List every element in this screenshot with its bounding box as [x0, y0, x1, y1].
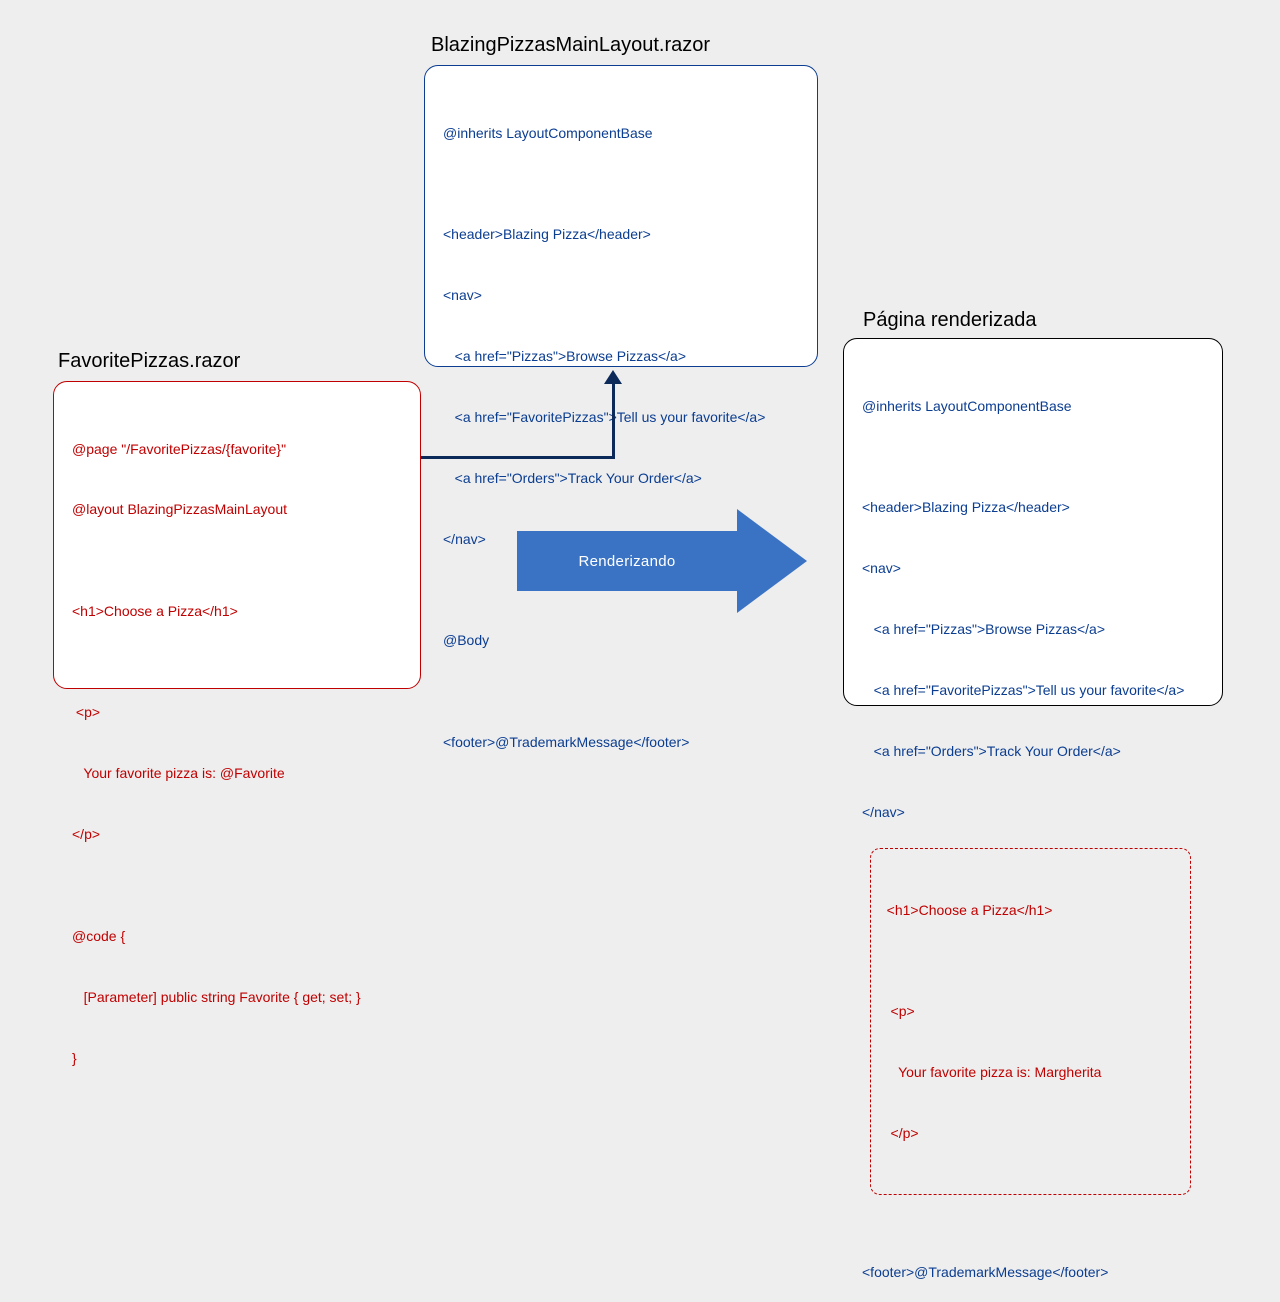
code-line: </p>	[883, 1123, 1178, 1143]
code-line: <a href="FavoritePizzas">Tell us your fa…	[443, 407, 799, 427]
connector-arrow-head	[604, 370, 622, 384]
code-line: <a href="Orders">Track Your Order</a>	[443, 468, 799, 488]
code-line: <a href="FavoritePizzas">Tell us your fa…	[862, 680, 1204, 700]
rendered-page-title: Página renderizada	[863, 309, 1036, 332]
code-line: <a href="Pizzas">Browse Pizzas</a>	[443, 346, 799, 366]
code-line: <h1>Choose a Pizza</h1>	[883, 900, 1178, 920]
code-line: @Body	[443, 630, 799, 650]
layout-code-card: @inherits LayoutComponentBase <header>Bl…	[424, 65, 818, 367]
code-line: Your favorite pizza is: Margherita	[883, 1062, 1178, 1082]
code-line: @inherits LayoutComponentBase	[862, 396, 1204, 416]
rendered-inner-box: <h1>Choose a Pizza</h1> <p> Your favorit…	[870, 848, 1191, 1195]
code-line: <header>Blazing Pizza</header>	[443, 224, 799, 244]
connector-arrow-segment-h	[421, 456, 613, 459]
code-line: <a href="Pizzas">Browse Pizzas</a>	[862, 619, 1204, 639]
rendered-page-card: @inherits LayoutComponentBase <header>Bl…	[843, 338, 1223, 706]
code-line: <p>	[883, 1001, 1178, 1021]
code-line: @code {	[72, 926, 402, 946]
code-line: <footer>@TrademarkMessage</footer>	[443, 732, 799, 752]
code-line: [Parameter] public string Favorite { get…	[72, 987, 402, 1007]
code-line: <footer>@TrademarkMessage</footer>	[862, 1262, 1204, 1282]
favorite-file-title: FavoritePizzas.razor	[58, 350, 240, 373]
code-line: <nav>	[862, 558, 1204, 578]
code-line: @page "/FavoritePizzas/{favorite}"	[72, 439, 402, 459]
favorite-code-card: @page "/FavoritePizzas/{favorite}" @layo…	[53, 381, 421, 689]
code-line: @layout BlazingPizzasMainLayout	[72, 499, 402, 519]
render-arrow-label: Renderizando	[579, 553, 676, 570]
render-arrow-head	[737, 509, 807, 613]
code-line: }	[72, 1048, 402, 1068]
render-arrow: Renderizando	[517, 509, 807, 613]
code-line: @inherits LayoutComponentBase	[443, 123, 799, 143]
code-line: </p>	[72, 824, 402, 844]
code-line: Your favorite pizza is: @Favorite	[72, 763, 402, 783]
layout-file-title: BlazingPizzasMainLayout.razor	[431, 34, 710, 57]
connector-arrow-segment-v	[612, 378, 615, 459]
code-line: <a href="Orders">Track Your Order</a>	[862, 741, 1204, 761]
code-line: <nav>	[443, 285, 799, 305]
code-line: <h1>Choose a Pizza</h1>	[72, 601, 402, 621]
code-line: </nav>	[862, 802, 1204, 822]
code-line: <header>Blazing Pizza</header>	[862, 497, 1204, 517]
render-arrow-body: Renderizando	[517, 531, 737, 591]
